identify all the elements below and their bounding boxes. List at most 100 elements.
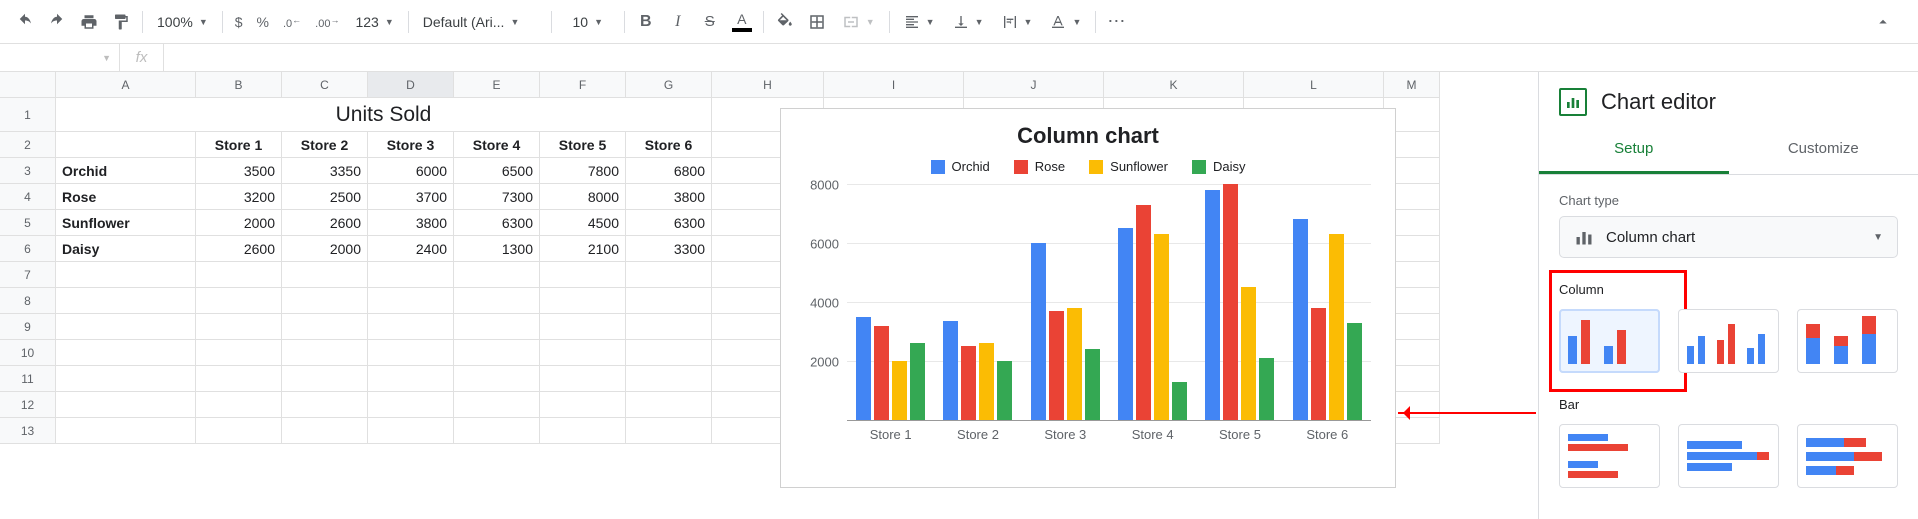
text-rotation-button[interactable]: ▼: [1042, 7, 1089, 37]
cell-F9[interactable]: [540, 314, 626, 340]
cell-F8[interactable]: [540, 288, 626, 314]
cell-B7[interactable]: [196, 262, 282, 288]
cell-B5[interactable]: 2000: [196, 210, 282, 236]
cell-D13[interactable]: [368, 418, 454, 444]
row-header-8[interactable]: 8: [0, 288, 56, 314]
cell-G10[interactable]: [626, 340, 712, 366]
tab-setup[interactable]: Setup: [1539, 126, 1729, 174]
spreadsheet-grid[interactable]: ABCDEFGHIJKLM1Units Sold2Store 1Store 2S…: [0, 72, 1538, 519]
cell-F6[interactable]: 2100: [540, 236, 626, 262]
cell-D5[interactable]: 3800: [368, 210, 454, 236]
cell-D12[interactable]: [368, 392, 454, 418]
cell-E11[interactable]: [454, 366, 540, 392]
row-header-5[interactable]: 5: [0, 210, 56, 236]
italic-button[interactable]: I: [663, 7, 693, 37]
cell-G12[interactable]: [626, 392, 712, 418]
cell-C8[interactable]: [282, 288, 368, 314]
cell-G7[interactable]: [626, 262, 712, 288]
tab-customize[interactable]: Customize: [1729, 126, 1918, 174]
cell-C3[interactable]: 3350: [282, 158, 368, 184]
cell-F4[interactable]: 8000: [540, 184, 626, 210]
col-header-H[interactable]: H: [712, 72, 824, 98]
cell-B4[interactable]: 3200: [196, 184, 282, 210]
cell-F10[interactable]: [540, 340, 626, 366]
cell-E2[interactable]: Store 4: [454, 132, 540, 158]
cell-G4[interactable]: 3800: [626, 184, 712, 210]
col-header-B[interactable]: B: [196, 72, 282, 98]
cell-B6[interactable]: 2600: [196, 236, 282, 262]
cell-E9[interactable]: [454, 314, 540, 340]
cell-G11[interactable]: [626, 366, 712, 392]
cell-D8[interactable]: [368, 288, 454, 314]
cell-B13[interactable]: [196, 418, 282, 444]
cell-F3[interactable]: 7800: [540, 158, 626, 184]
cell-E13[interactable]: [454, 418, 540, 444]
redo-button[interactable]: [42, 7, 72, 37]
cell-A5[interactable]: Sunflower: [56, 210, 196, 236]
col-header-L[interactable]: L: [1244, 72, 1384, 98]
cell-B9[interactable]: [196, 314, 282, 340]
row-header-13[interactable]: 13: [0, 418, 56, 444]
col-header-C[interactable]: C: [282, 72, 368, 98]
row-header-1[interactable]: 1: [0, 98, 56, 132]
row-header-3[interactable]: 3: [0, 158, 56, 184]
decrease-decimal-button[interactable]: .0←: [277, 14, 307, 30]
cell-E7[interactable]: [454, 262, 540, 288]
cell-A6[interactable]: Daisy: [56, 236, 196, 262]
percent-button[interactable]: %: [251, 14, 275, 30]
row-header-4[interactable]: 4: [0, 184, 56, 210]
cell-C7[interactable]: [282, 262, 368, 288]
row-header-12[interactable]: 12: [0, 392, 56, 418]
borders-button[interactable]: [802, 7, 832, 37]
col-header-K[interactable]: K: [1104, 72, 1244, 98]
col-header-E[interactable]: E: [454, 72, 540, 98]
cell-B3[interactable]: 3500: [196, 158, 282, 184]
cell-B10[interactable]: [196, 340, 282, 366]
col-header-G[interactable]: G: [626, 72, 712, 98]
cell-E3[interactable]: 6500: [454, 158, 540, 184]
cell-G3[interactable]: 6800: [626, 158, 712, 184]
cell-F5[interactable]: 4500: [540, 210, 626, 236]
cell-A9[interactable]: [56, 314, 196, 340]
thumb-bar-grouped[interactable]: [1678, 424, 1779, 488]
cell-F12[interactable]: [540, 392, 626, 418]
cell-E10[interactable]: [454, 340, 540, 366]
cell-D4[interactable]: 3700: [368, 184, 454, 210]
bold-button[interactable]: B: [631, 7, 661, 37]
cell-E4[interactable]: 7300: [454, 184, 540, 210]
cell-F2[interactable]: Store 5: [540, 132, 626, 158]
cell-C2[interactable]: Store 2: [282, 132, 368, 158]
cell-C13[interactable]: [282, 418, 368, 444]
col-header-D[interactable]: D: [368, 72, 454, 98]
col-header-F[interactable]: F: [540, 72, 626, 98]
cell-A7[interactable]: [56, 262, 196, 288]
cell-C9[interactable]: [282, 314, 368, 340]
cell-C6[interactable]: 2000: [282, 236, 368, 262]
thumb-bar-chart[interactable]: [1559, 424, 1660, 488]
cell-G6[interactable]: 3300: [626, 236, 712, 262]
thumb-column-grouped[interactable]: [1678, 309, 1779, 373]
merge-button[interactable]: ▼: [834, 7, 883, 37]
increase-decimal-button[interactable]: .00→: [309, 14, 345, 30]
cell-A12[interactable]: [56, 392, 196, 418]
fill-color-button[interactable]: [770, 7, 800, 37]
row-header-6[interactable]: 6: [0, 236, 56, 262]
cell-C12[interactable]: [282, 392, 368, 418]
text-color-button[interactable]: A: [727, 7, 757, 37]
collapse-toolbar-button[interactable]: [1868, 7, 1898, 37]
cell-A11[interactable]: [56, 366, 196, 392]
cell-G13[interactable]: [626, 418, 712, 444]
strikethrough-button[interactable]: S: [695, 7, 725, 37]
col-header-A[interactable]: A: [56, 72, 196, 98]
row-header-10[interactable]: 10: [0, 340, 56, 366]
thumb-column-stacked[interactable]: [1797, 309, 1898, 373]
cell-title[interactable]: Units Sold: [56, 98, 712, 132]
thumb-bar-stacked[interactable]: [1797, 424, 1898, 488]
name-box[interactable]: ▼: [0, 44, 120, 71]
cell-C5[interactable]: 2600: [282, 210, 368, 236]
print-button[interactable]: [74, 7, 104, 37]
cell-G9[interactable]: [626, 314, 712, 340]
cell-D10[interactable]: [368, 340, 454, 366]
cell-A13[interactable]: [56, 418, 196, 444]
col-header-M[interactable]: M: [1384, 72, 1440, 98]
